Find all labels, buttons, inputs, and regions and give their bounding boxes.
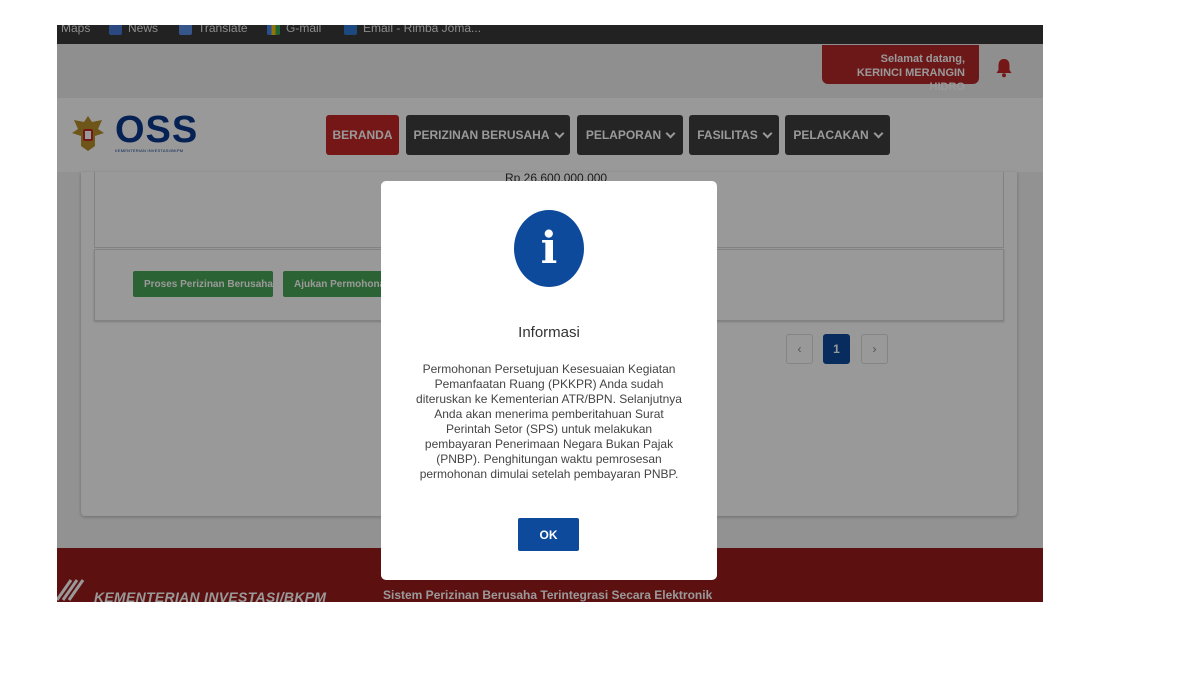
browser-viewport: Maps News Translate G-mail Email - Rimba… bbox=[57, 25, 1043, 602]
info-glyph: i bbox=[540, 223, 558, 274]
info-modal: i Informasi Permohonan Persetujuan Keses… bbox=[381, 181, 717, 580]
modal-title: Informasi bbox=[518, 324, 580, 341]
info-icon: i bbox=[514, 210, 584, 287]
ok-button[interactable]: OK bbox=[518, 518, 579, 551]
modal-message: Permohonan Persetujuan Kesesuaian Kegiat… bbox=[416, 362, 682, 481]
